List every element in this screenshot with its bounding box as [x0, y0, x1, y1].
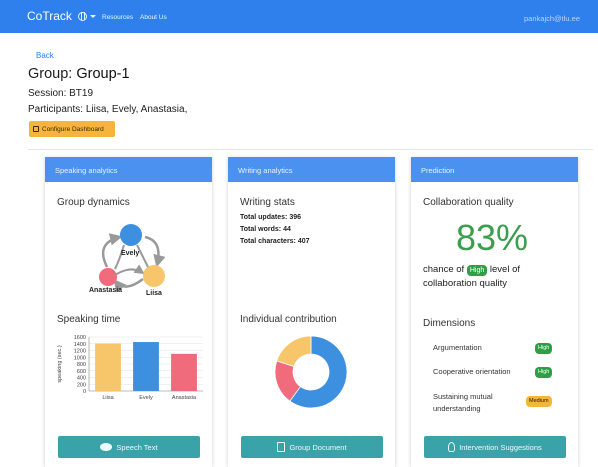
speaking-analytics-card: Speaking analytics Group dynamics Evely …: [45, 157, 212, 467]
collaboration-quality-title: Collaboration quality: [423, 197, 514, 208]
participants-value: Liisa, Evely, Anastasia,: [85, 104, 188, 115]
group-prefix: Group:: [28, 66, 77, 82]
writing-analytics-card: Writing analytics Writing stats Total up…: [228, 157, 395, 467]
speech-text-button[interactable]: Speech Text: [58, 436, 200, 458]
bar-liisa: [95, 343, 121, 391]
page-title: Group: Group-1: [28, 66, 130, 82]
speaking-card-header: Speaking analytics: [45, 157, 212, 182]
intervention-label: Intervention Suggestions: [459, 442, 542, 452]
dimension-badge: High: [535, 367, 553, 378]
edge-arrow: [144, 235, 166, 268]
y-tick-label: 0: [83, 389, 86, 395]
x-tick-label: Evely: [139, 395, 153, 401]
node-evely: [120, 224, 142, 246]
session-value: BT19: [69, 88, 94, 99]
contribution-donut-chart: [274, 335, 348, 409]
speech-text-label: Speech Text: [116, 442, 158, 452]
group-document-button[interactable]: Group Document: [241, 436, 383, 458]
x-tick-label: Anastasia: [172, 395, 197, 401]
prediction-card: Prediction Collaboration quality 83% cha…: [411, 157, 578, 467]
dimension-label-line2: understanding: [433, 404, 481, 413]
group-dynamics-graph: Evely Anastasia Liisa: [89, 224, 166, 297]
total-updates-label: Total updates:: [240, 214, 288, 221]
lightbulb-icon: [448, 442, 456, 452]
group-dynamics-title: Group dynamics: [57, 197, 130, 208]
donut-slice: [276, 335, 312, 367]
node-label-liisa: Liisa: [146, 290, 162, 297]
top-navbar: CoTrack Resources About Us pankajch@tlu.…: [0, 0, 598, 33]
user-menu[interactable]: pankajch@tlu.ee: [524, 14, 580, 23]
configure-label: Configure Dashboard: [42, 125, 104, 133]
participants-line: Participants: Liisa, Evely, Anastasia,: [28, 104, 187, 115]
quality-level-badge: High: [466, 265, 488, 276]
y-tick-label: 200: [77, 382, 86, 388]
y-tick-label: 400: [77, 376, 86, 382]
edge-arrow: [114, 264, 145, 276]
chat-icon: [100, 443, 113, 451]
y-axis-label: speaking (sec.): [57, 345, 63, 382]
total-characters-value: 407: [297, 238, 310, 245]
bar-anastasia: [171, 353, 197, 391]
dimension-badge: High: [535, 343, 553, 354]
chance-text: chance of High level of collaboration qu…: [423, 263, 520, 291]
individual-contribution-title: Individual contribution: [240, 314, 337, 325]
dimension-label: Argumentation: [433, 343, 482, 352]
total-words-value: 44: [283, 226, 291, 233]
dimension-label: Cooperative orientation: [433, 367, 511, 376]
total-words: Total words: 44: [240, 226, 291, 233]
total-characters: Total characters: 407: [240, 238, 310, 245]
globe-icon[interactable]: [78, 12, 87, 21]
configure-dashboard-button[interactable]: Configure Dashboard: [29, 121, 115, 137]
total-updates: Total updates: 396: [240, 214, 301, 221]
x-tick-label: Liisa: [102, 395, 114, 401]
edge-line: [114, 244, 125, 270]
node-liisa: [143, 265, 165, 287]
y-tick-label: 1400: [74, 342, 86, 348]
settings-icon: [33, 126, 39, 132]
writing-card-header: Writing analytics: [228, 157, 395, 182]
total-updates-value: 396: [289, 214, 302, 221]
node-anastasia: [99, 268, 117, 286]
session-prefix: Session:: [28, 88, 70, 99]
nav-about[interactable]: About Us: [140, 14, 167, 21]
y-tick-label: 800: [77, 362, 86, 368]
divider: [28, 149, 593, 150]
total-words-label: Total words:: [240, 226, 282, 233]
chevron-down-icon[interactable]: [90, 15, 96, 18]
node-label-evely: Evely: [121, 250, 139, 257]
edge-arrow: [113, 278, 144, 293]
y-tick-label: 1000: [74, 355, 86, 361]
dimensions-title: Dimensions: [423, 318, 476, 329]
participants-prefix: Participants:: [28, 104, 86, 115]
document-icon: [277, 442, 286, 452]
chance-post: level of: [489, 264, 520, 275]
dimension-badge: Medium: [526, 396, 552, 407]
total-characters-label: Total characters:: [240, 238, 296, 245]
node-label-anastasia: Anastasia: [89, 287, 122, 294]
brand-logo[interactable]: CoTrack: [27, 9, 72, 23]
speaking-time-chart: 02004006008001000120014001600 speaking (s…: [57, 335, 203, 401]
bar-evely: [133, 342, 159, 391]
group-name: Group-1: [76, 66, 130, 82]
y-tick-label: 1600: [74, 335, 86, 341]
quality-percent: 83%: [456, 217, 529, 258]
intervention-suggestions-button[interactable]: Intervention Suggestions: [424, 436, 566, 458]
y-tick-label: 600: [77, 369, 86, 375]
chance-line2: collaboration quality: [423, 278, 507, 289]
speaking-time-title: Speaking time: [57, 314, 121, 325]
y-tick-label: 1200: [74, 349, 86, 355]
group-document-label: Group Document: [289, 442, 347, 452]
session-line: Session: BT19: [28, 88, 93, 99]
chance-pre: chance of: [423, 264, 465, 275]
dimension-label: Sustaining mutual: [433, 392, 493, 401]
prediction-card-header: Prediction: [411, 157, 578, 182]
writing-stats-title: Writing stats: [240, 197, 295, 208]
nav-resources[interactable]: Resources: [102, 14, 133, 21]
back-link[interactable]: Back: [36, 51, 54, 60]
